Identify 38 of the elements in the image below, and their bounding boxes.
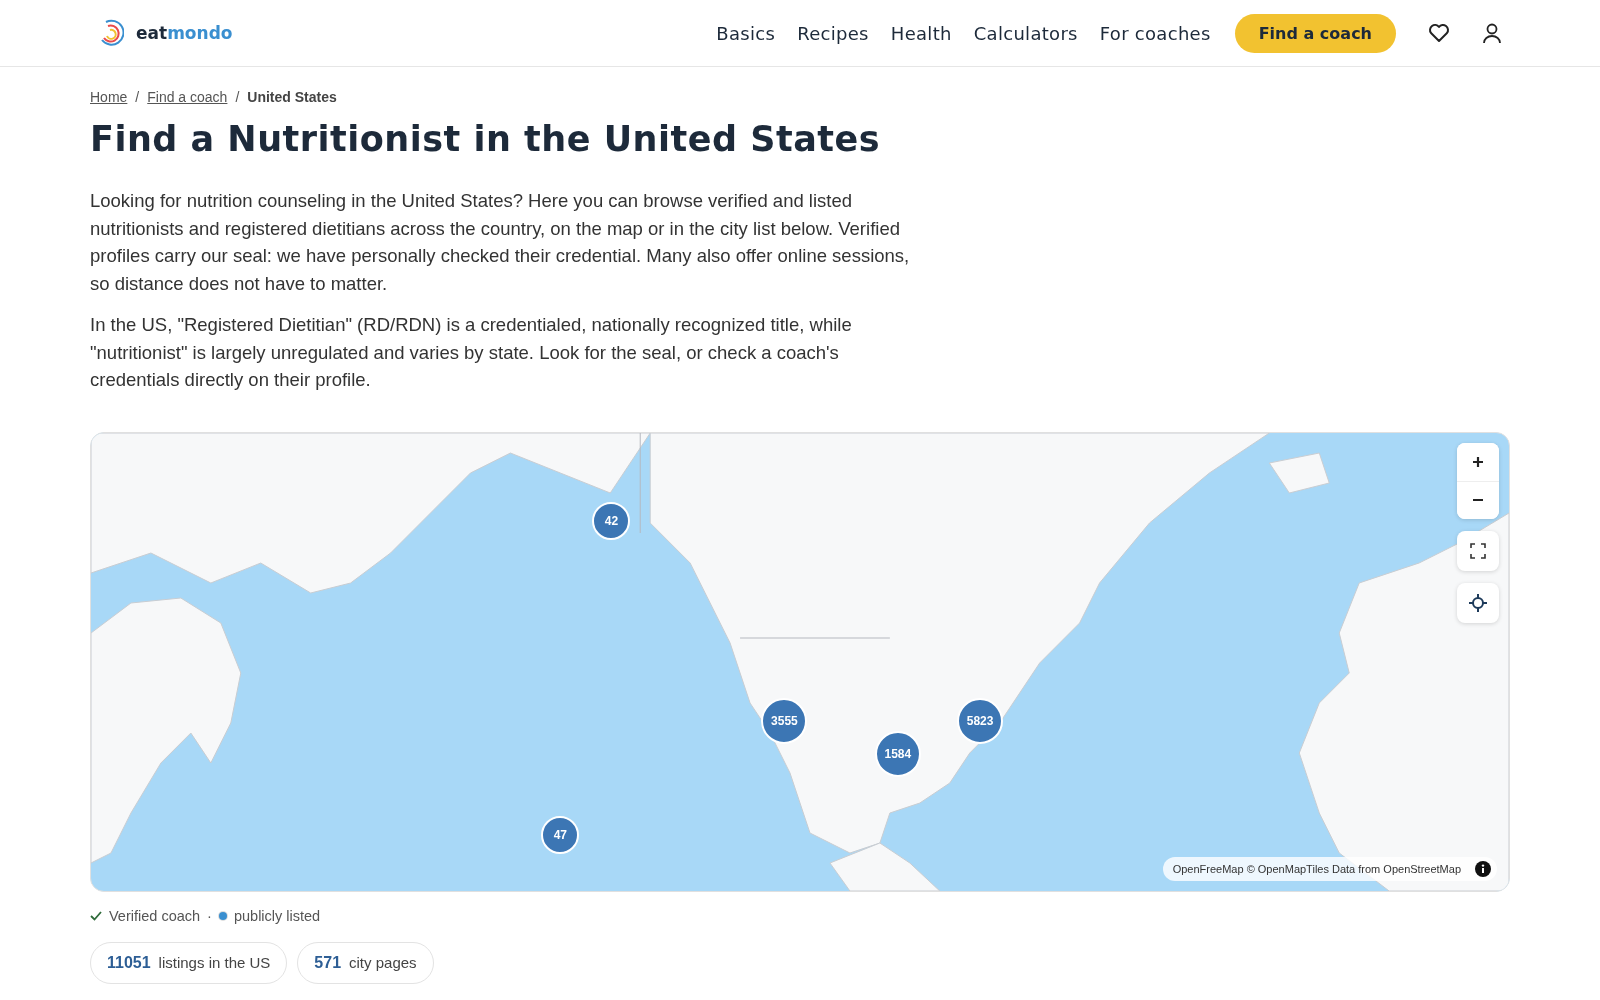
attribution-text: OpenFreeMap © OpenMapTiles Data from OpenStreetMap xyxy=(1172,862,1461,875)
map-cluster-marker[interactable]: 47 xyxy=(541,815,580,854)
crosshair-icon xyxy=(1468,592,1488,613)
nav-link[interactable]: Calculators xyxy=(973,22,1078,44)
breadcrumb-link[interactable]: Home xyxy=(90,89,128,105)
intro-paragraph: Looking for nutrition counseling in the United States? Here you can browse verified and listed nutritionists and registered dietitians across the country, on the map or in the city list below. Verified profiles carry our seal: we have personally checked their credential. Many also offer online sessions, so distance does not have to matter. xyxy=(90,189,911,296)
logo-icon xyxy=(98,18,124,48)
stat-value: 11051 xyxy=(107,953,151,972)
heart-icon[interactable] xyxy=(1428,23,1450,43)
nav-link[interactable]: Basics xyxy=(716,22,776,44)
dot-icon xyxy=(218,911,227,920)
nav-link[interactable]: Recipes xyxy=(797,22,869,44)
breadcrumb-current: United States xyxy=(247,89,337,105)
nav-link[interactable]: For coaches xyxy=(1099,22,1211,44)
fullscreen-button[interactable] xyxy=(1457,530,1499,571)
checkmark-icon xyxy=(90,910,102,921)
fullscreen-icon xyxy=(1470,542,1486,559)
breadcrumb-separator: / xyxy=(135,89,140,105)
page-title: Find a Nutritionist in the United States xyxy=(90,119,882,159)
stat-value: 571 xyxy=(314,953,342,972)
logo-wordmark[interactable]: eatmondo xyxy=(136,23,233,43)
locate-button[interactable] xyxy=(1457,582,1499,623)
intro-paragraph: In the US, "Registered Dietitian" (RD/RDN) is a credentialed, nationally recognized title, while "nutritionist" is largely unregulated and varies by state. Look for the seal, or check a coach's credentials directly on their profile. xyxy=(90,313,853,392)
breadcrumb-separator: / xyxy=(235,89,240,105)
map-cluster-marker[interactable]: 42 xyxy=(592,502,631,541)
find-coach-button[interactable]: Find a coach xyxy=(1234,13,1396,53)
info-icon[interactable] xyxy=(1475,860,1491,877)
plus-icon xyxy=(1472,455,1484,468)
legend-label: Verified coach xyxy=(109,907,201,924)
nav-link[interactable]: Health xyxy=(890,22,952,44)
legend-label: publicly listed xyxy=(233,907,321,924)
stat-label: city pages xyxy=(349,953,417,971)
map-view[interactable]: 42 3555 1584 5823 47 OpenFreeMap © OpenMapTiles Data from OpenStreetMap xyxy=(90,431,1510,892)
breadcrumb-link[interactable]: Find a coach xyxy=(147,89,228,105)
legend-separator: · xyxy=(207,907,212,924)
stat-label: listings in the US xyxy=(158,953,271,971)
zoom-in-button[interactable] xyxy=(1457,442,1499,481)
user-icon[interactable] xyxy=(1482,22,1502,44)
